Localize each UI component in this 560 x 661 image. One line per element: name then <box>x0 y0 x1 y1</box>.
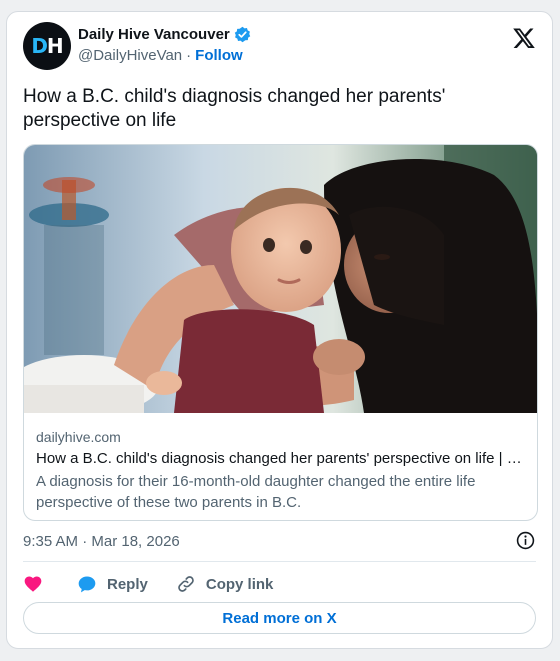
divider <box>23 561 536 562</box>
link-meta: dailyhive.com How a B.C. child's diagnos… <box>36 429 525 513</box>
author-name-row: Daily Hive Vancouver <box>78 26 251 43</box>
tweet-timestamp[interactable]: 9:35 AM · Mar 18, 2026 <box>23 533 180 550</box>
x-logo-icon[interactable] <box>512 26 536 50</box>
like-button[interactable] <box>23 574 43 594</box>
verified-badge-icon <box>234 26 250 43</box>
copy-link-label: Copy link <box>205 575 274 593</box>
tweet-header: DH Daily Hive Vancouver @DailyHiveVan · … <box>23 22 536 74</box>
reply-button[interactable]: Reply <box>77 574 148 594</box>
action-bar: Reply Copy link <box>23 570 273 598</box>
info-icon[interactable] <box>516 531 535 550</box>
handle-separator: · <box>186 47 192 64</box>
author-name[interactable]: Daily Hive Vancouver <box>78 26 230 43</box>
link-title[interactable]: How a B.C. child's diagnosis changed her… <box>36 450 525 467</box>
avatar[interactable]: DH <box>23 22 71 70</box>
article-photo <box>24 145 537 413</box>
link-preview-card[interactable]: dailyhive.com How a B.C. child's diagnos… <box>23 144 538 521</box>
tweet-embed-card: DH Daily Hive Vancouver @DailyHiveVan · … <box>6 11 553 649</box>
reply-label: Reply <box>107 575 148 593</box>
author-handle[interactable]: @DailyHiveVan <box>78 47 182 64</box>
handle-row: @DailyHiveVan · Follow <box>78 47 251 64</box>
tweet-text: How a B.C. child's diagnosis changed her… <box>23 86 446 131</box>
reply-bubble-icon <box>78 576 96 593</box>
copy-link-button[interactable]: Copy link <box>176 574 274 594</box>
heart-icon <box>24 576 42 592</box>
follow-button[interactable]: Follow <box>195 47 243 64</box>
avatar-initials: DH <box>31 34 63 58</box>
link-domain: dailyhive.com <box>36 429 121 445</box>
read-more-button[interactable]: Read more on X <box>23 602 536 634</box>
link-icon <box>178 576 194 592</box>
author-block: Daily Hive Vancouver @DailyHiveVan · Fol… <box>78 26 251 64</box>
link-description: A diagnosis for their 16-month-old daugh… <box>36 473 476 511</box>
